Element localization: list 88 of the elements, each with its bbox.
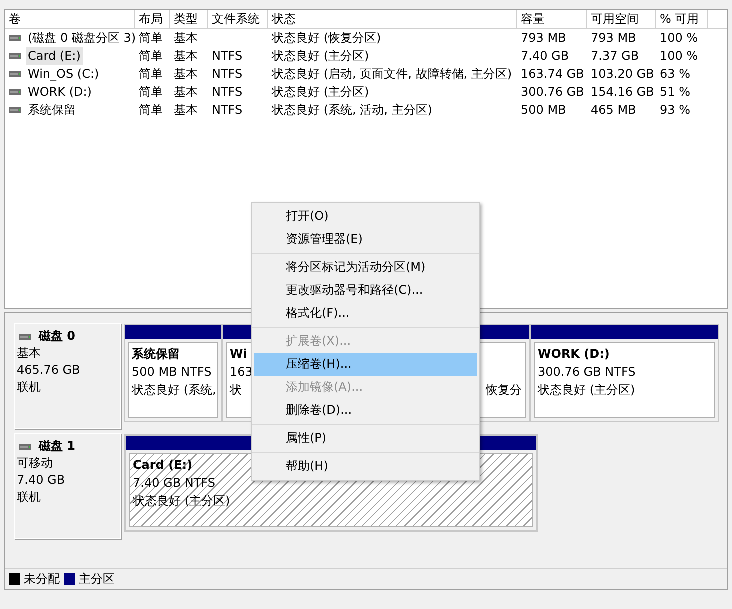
menu-item[interactable]: 压缩卷(H)... — [254, 353, 477, 376]
menu-item[interactable]: 格式化(F)... — [254, 302, 477, 325]
table-cell-text: 154.16 GB — [591, 84, 654, 101]
partition-size: 500 MB NTFS — [132, 365, 212, 379]
table-cell-text: 300.76 GB — [521, 84, 584, 101]
table-cell-text: 基本 — [174, 102, 198, 119]
table-cell-text: 状态良好 (启动, 页面文件, 故障转储, 主分区) — [272, 66, 512, 83]
partition-status: 状态良好 (主分区) — [538, 383, 636, 397]
table-cell-text: 状态良好 (主分区) — [272, 48, 370, 65]
disk-label-panel[interactable]: 磁盘 1 可移动 7.40 GB 联机 — [14, 433, 121, 539]
partition-name: Card (E:) — [133, 458, 193, 472]
table-cell-text: 100 % — [660, 30, 698, 47]
drive-icon — [9, 107, 21, 113]
partition-block[interactable]: WORK (D:) 300.76 GB NTFS 状态良好 (主分区) — [530, 324, 719, 422]
column-header[interactable]: 容量 — [517, 10, 587, 28]
table-cell-text: 465 MB — [591, 102, 636, 119]
disk-name: 磁盘 0 — [39, 328, 76, 345]
volume-name[interactable]: Win_OS (C:) — [26, 65, 102, 83]
column-header[interactable]: 状态 — [268, 10, 517, 28]
legend-label: 未分配 — [24, 571, 60, 588]
menu-item[interactable]: 资源管理器(E) — [254, 228, 477, 251]
disk-size: 465.76 GB — [17, 362, 82, 379]
partition-status: 恢复分 — [486, 383, 522, 397]
table-cell-text: NTFS — [212, 66, 243, 83]
table-cell-text: 7.40 GB — [521, 48, 570, 65]
table-cell-text: 简单 — [139, 84, 163, 101]
table-cell-text: 基本 — [174, 66, 198, 83]
volume-name[interactable]: (磁盘 0 磁盘分区 3) — [26, 29, 138, 47]
table-cell-text: 63 % — [660, 66, 690, 83]
table-cell-text: NTFS — [212, 102, 243, 119]
disk-status: 联机 — [17, 379, 42, 396]
table-cell-text: 简单 — [139, 66, 163, 83]
table-cell-text: 103.20 GB — [591, 66, 654, 83]
volume-name[interactable]: Card (E:) — [26, 47, 83, 65]
table-cell-text: 51 % — [660, 84, 690, 101]
menu-item[interactable]: 帮助(H) — [254, 455, 477, 478]
legend-label: 主分区 — [79, 571, 115, 588]
menu-item[interactable]: 将分区标记为活动分区(M) — [254, 256, 477, 279]
partition-name: 系统保留 — [132, 347, 180, 361]
table-cell-text: 简单 — [139, 102, 163, 119]
table-cell-text: 163.74 GB — [521, 66, 584, 83]
disk-size: 7.40 GB — [17, 472, 66, 489]
table-cell-text: 93 % — [660, 102, 690, 119]
table-cell-text: 793 MB — [591, 30, 636, 47]
column-header[interactable]: 布局 — [135, 10, 170, 28]
table-cell-text: NTFS — [212, 48, 243, 65]
table-cell-text: 状态良好 (系统, 活动, 主分区) — [272, 102, 432, 119]
partition-status: 状态良好 (系统, — [132, 383, 216, 397]
menu-item[interactable]: 属性(P) — [254, 427, 477, 450]
table-cell-text: NTFS — [212, 84, 243, 101]
menu-item[interactable]: 打开(O) — [254, 205, 477, 228]
column-header[interactable]: 文件系统 — [208, 10, 268, 28]
disk-status: 联机 — [17, 489, 42, 506]
drive-icon — [9, 35, 21, 41]
table-cell-text: 基本 — [174, 48, 198, 65]
table-cell-text: 7.37 GB — [591, 48, 640, 65]
drive-icon — [19, 444, 31, 450]
partition-name: WORK (D:) — [538, 347, 610, 361]
drive-icon — [9, 71, 21, 77]
disk-label-panel[interactable]: 磁盘 0 基本 465.76 GB 联机 — [14, 323, 121, 429]
column-header[interactable]: 可用空间 — [587, 10, 656, 28]
table-cell-text: 基本 — [174, 30, 198, 47]
table-cell-text: 简单 — [139, 48, 163, 65]
partition-size: 300.76 GB NTFS — [538, 365, 636, 379]
partition-status: 状 — [230, 383, 242, 397]
table-cell-text: 状态良好 (主分区) — [272, 84, 370, 101]
table-cell-text: 500 MB — [521, 102, 566, 119]
table-cell-text: 简单 — [139, 30, 163, 47]
disk-type: 可移动 — [17, 455, 54, 472]
menu-item[interactable]: 更改驱动器号和路径(C)... — [254, 279, 477, 302]
table-cell-text: 793 MB — [521, 30, 566, 47]
drive-icon — [9, 53, 21, 59]
volume-name[interactable]: 系统保留 — [26, 101, 78, 119]
disk-type: 基本 — [17, 345, 42, 362]
table-cell-text: 100 % — [660, 48, 698, 65]
volume-name[interactable]: WORK (D:) — [26, 83, 94, 101]
table-cell-text: 基本 — [174, 84, 198, 101]
column-header[interactable]: 卷 — [5, 10, 135, 28]
drive-icon — [9, 89, 21, 95]
partition-block[interactable]: 系统保留 500 MB NTFS 状态良好 (系统, — [124, 324, 222, 422]
table-cell-text: 状态良好 (恢复分区) — [272, 30, 382, 47]
partition-name: Wi — [230, 347, 248, 361]
column-header[interactable]: % 可用 — [656, 10, 708, 28]
disk-name: 磁盘 1 — [39, 438, 76, 455]
partition-status: 状态良好 (主分区) — [133, 494, 230, 508]
drive-icon — [19, 334, 31, 340]
partition-size: 7.40 GB NTFS — [133, 476, 216, 490]
column-header[interactable]: 类型 — [170, 10, 208, 28]
